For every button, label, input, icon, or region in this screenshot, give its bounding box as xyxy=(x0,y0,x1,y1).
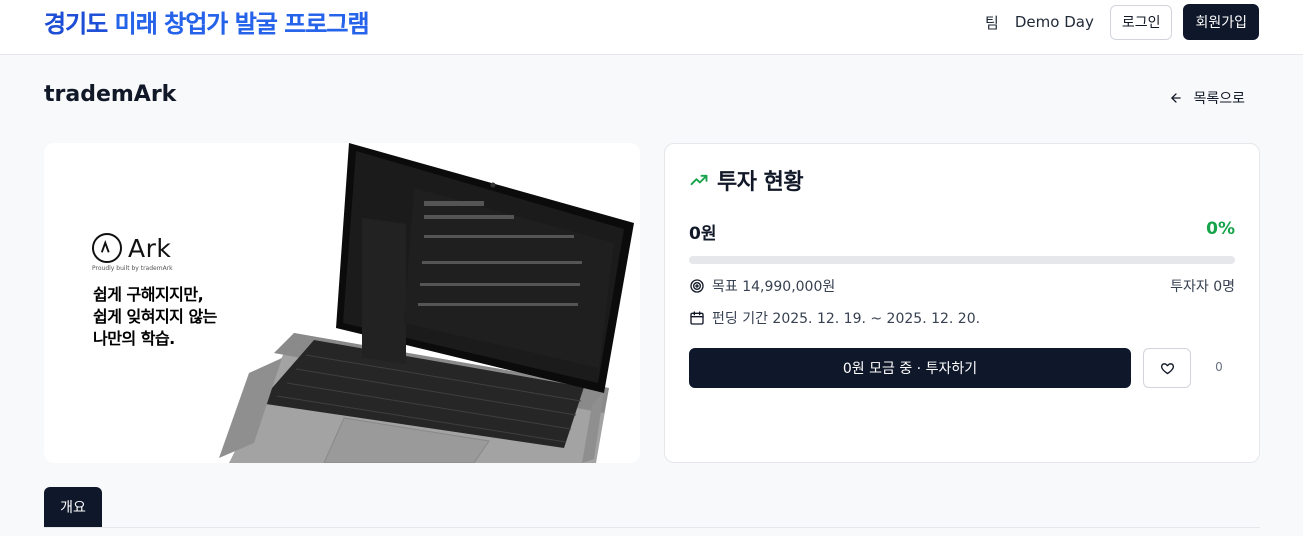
project-hero-image: Ark Proudly built by trademArk 쉽게 구해지지만,… xyxy=(44,143,640,463)
funding-percent: 0% xyxy=(1206,219,1235,239)
logo-text-part1: 경기도 xyxy=(44,10,115,38)
signup-button[interactable]: 회원가입 xyxy=(1183,4,1259,40)
back-to-list-link[interactable]: 목록으로 xyxy=(1169,88,1245,108)
calendar-icon xyxy=(690,311,704,325)
investment-title: 투자 현황 xyxy=(717,170,804,195)
like-button[interactable] xyxy=(1143,348,1191,388)
site-logo[interactable]: 경기도 미래 창업가 발굴 프로그램 xyxy=(44,4,370,39)
funding-progress-bar xyxy=(689,256,1235,264)
login-button[interactable]: 로그인 xyxy=(1109,4,1173,40)
arrow-left-icon xyxy=(1171,93,1182,103)
goal-amount: 목표 14,990,000원 xyxy=(712,279,836,295)
trending-up-icon xyxy=(690,174,708,186)
period-row: 펀딩 기간 2025. 12. 19. ~ 2025. 12. 20. xyxy=(689,308,980,328)
logo-text-part2: 미래 창업가 발굴 프로그램 xyxy=(114,10,370,38)
heart-icon xyxy=(1160,362,1174,374)
investor-count: 투자자 0명 xyxy=(1170,279,1235,295)
back-to-list-label: 목록으로 xyxy=(1193,91,1245,107)
nav-demoday-link[interactable]: Demo Day xyxy=(1015,13,1094,31)
funding-period: 펀딩 기간 2025. 12. 19. ~ 2025. 12. 20. xyxy=(712,311,981,327)
top-nav: 팀 Demo Day 로그인 회원가입 xyxy=(985,4,1259,40)
like-count: 0 xyxy=(1215,360,1223,374)
goal-row: 목표 14,990,000원 xyxy=(689,276,835,296)
investment-header: 투자 현황 xyxy=(689,164,804,196)
tab-divider xyxy=(44,527,1260,528)
page-title: trademArk xyxy=(44,82,177,107)
tab-overview[interactable]: 개요 xyxy=(44,487,102,527)
invest-button[interactable]: 0원 모금 중 · 투자하기 xyxy=(689,348,1131,388)
raised-amount: 0원 xyxy=(689,224,717,244)
laptop-illustration xyxy=(219,143,634,463)
top-header: 경기도 미래 창업가 발굴 프로그램 팀 Demo Day 로그인 회원가입 xyxy=(0,0,1303,55)
nav-team-link[interactable]: 팀 xyxy=(985,12,999,33)
target-icon xyxy=(690,279,704,293)
investment-status-card: 투자 현황 0원 0% 목표 14,990,000원 투자자 0명 펀딩 기간 … xyxy=(664,143,1260,463)
